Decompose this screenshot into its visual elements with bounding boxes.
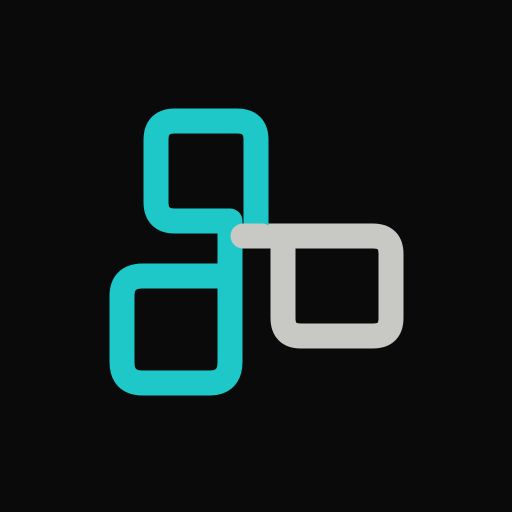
app-icon-canvas xyxy=(0,0,512,512)
logo-cyan-upper-loop xyxy=(143,108,269,239)
app-logo-icon xyxy=(109,108,404,396)
logo-grey-loop xyxy=(230,223,404,349)
logo-cyan-lower-loop xyxy=(109,213,243,396)
